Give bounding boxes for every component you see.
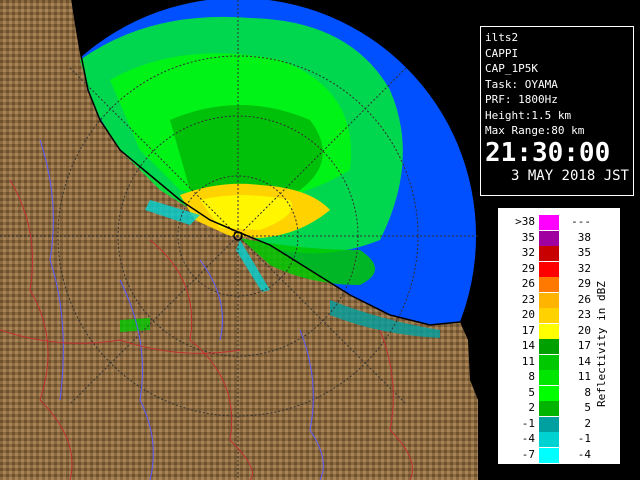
legend-high-value: 11	[577, 370, 591, 383]
legend-row: 14 17	[509, 339, 591, 354]
legend-row: 17 20	[509, 323, 591, 339]
legend-low-value: 5	[528, 385, 535, 399]
legend-swatch	[539, 416, 559, 432]
legend-row: 32 35	[509, 246, 591, 261]
legend-low-value: 14	[521, 339, 535, 352]
legend-high-value: -4	[577, 447, 591, 461]
legend-swatch	[539, 401, 559, 416]
legend-high-value: 38	[577, 230, 591, 244]
legend-row: -7 -4	[509, 447, 591, 463]
legend-low-value: 17	[521, 323, 535, 337]
legend-swatch	[539, 246, 559, 261]
product-code: CAP_1P5K	[485, 62, 538, 75]
legend-low-value: 20	[521, 308, 535, 321]
site-name: ilts2	[485, 31, 519, 44]
prf-value: PRF: 1800Hz	[485, 93, 558, 106]
height-value: Height:1.5 km	[485, 108, 572, 122]
legend-low-value: 11	[521, 354, 535, 368]
color-legend: >38 --- 35 38 32 35 29 32 26 29 23 26 20 23 17 20 14 17 11…	[498, 208, 620, 464]
legend-row: 8 11	[509, 370, 591, 385]
legend-swatch	[539, 292, 559, 308]
legend-row: -4 -1	[509, 432, 591, 447]
legend-swatch	[539, 432, 559, 447]
legend-row: 58	[509, 385, 591, 401]
legend-row: 23 26	[509, 292, 591, 308]
legend-row: 29 32	[509, 261, 591, 277]
legend-high-value: 32	[577, 261, 591, 275]
legend-low-value: 23	[521, 292, 535, 306]
radar-map	[0, 0, 478, 480]
legend-high-value: 35	[577, 246, 591, 259]
legend-swatch	[539, 323, 559, 339]
legend-low-value: 35	[521, 230, 535, 244]
legend-high-value: 23	[577, 308, 591, 321]
legend-high-value: 17	[577, 339, 591, 352]
legend-low-value: -4	[521, 432, 535, 445]
legend-row: 20 23	[509, 308, 591, 323]
legend-row: 35 38	[509, 230, 591, 246]
info-panel: ilts2 CAPPI CAP_1P5K Task: OYAMA PRF: 18…	[480, 26, 634, 196]
legend-low-value: 26	[521, 277, 535, 290]
task-name: Task: OYAMA	[485, 77, 558, 91]
legend-swatch	[539, 261, 559, 277]
legend-low-value: -1	[521, 416, 535, 430]
legend-row: >38 ---	[509, 215, 591, 230]
legend-low-value: 2	[528, 401, 535, 414]
legend-high-value: 8	[584, 385, 591, 399]
legend-high-value: -1	[577, 432, 591, 445]
legend-swatch	[539, 308, 559, 323]
legend-low-value: 32	[521, 246, 535, 259]
legend-row: 25	[509, 401, 591, 416]
legend-swatch	[539, 339, 559, 354]
legend-high-value: 26	[577, 292, 591, 306]
legend-high-value: 29	[577, 277, 591, 290]
legend-row: 26 29	[509, 277, 591, 292]
max-range-value: Max Range:80 km	[485, 124, 585, 137]
legend-swatch	[539, 370, 559, 385]
legend-high-value: 14	[577, 354, 591, 368]
legend-swatch	[539, 230, 559, 246]
legend-low-value: >38	[515, 215, 535, 228]
legend-high-value: 2	[584, 416, 591, 430]
legend-low-value: 8	[528, 370, 535, 383]
product-name: CAPPI	[485, 46, 519, 60]
observation-date: 3 MAY 2018 JST	[510, 167, 629, 184]
legend-swatch	[539, 277, 559, 292]
legend-high-value: ---	[571, 215, 591, 228]
legend-row: -1 2	[509, 416, 591, 432]
legend-high-value: 5	[584, 401, 591, 414]
observation-time: 21:30:00	[485, 137, 611, 168]
legend-low-value: -7	[521, 447, 535, 461]
legend-swatch	[539, 447, 559, 463]
legend-swatch	[539, 385, 559, 401]
legend-unit-label: Reflectivity in dBZ	[595, 281, 608, 407]
legend-low-value: 29	[521, 261, 535, 275]
legend-high-value: 20	[577, 323, 591, 337]
legend-swatch	[539, 215, 559, 230]
legend-swatch	[539, 354, 559, 370]
legend-row: 11 14	[509, 354, 591, 370]
